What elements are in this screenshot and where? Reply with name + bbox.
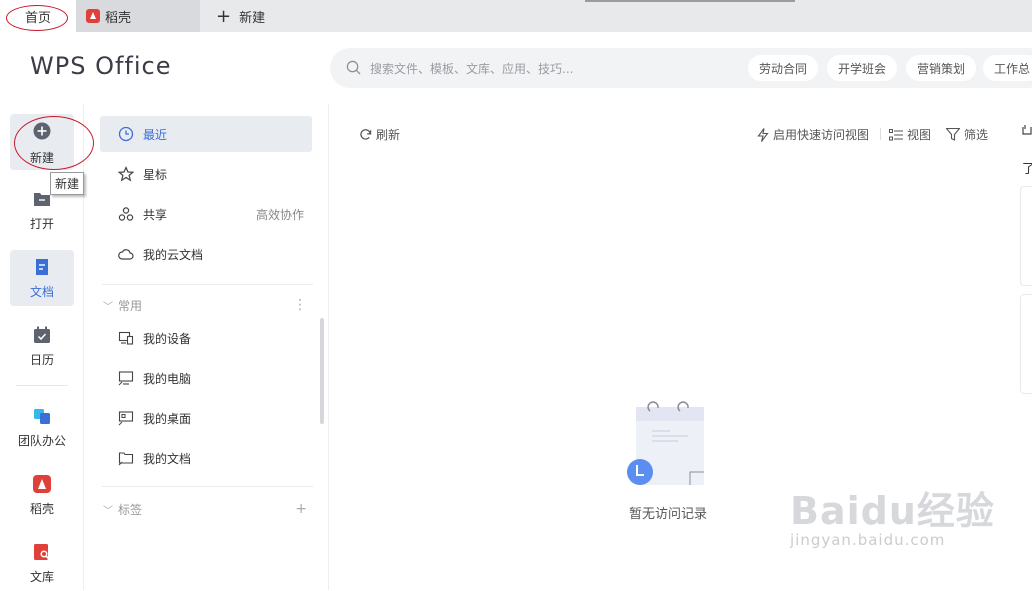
nav-divider [102,486,313,487]
daoke-logo-icon [86,9,100,23]
add-tag-icon[interactable]: + [295,501,307,517]
baidu-jingyan-watermark: Baidu经验 jingyan.baidu.com [790,480,995,549]
view-button[interactable]: 视图 [889,126,931,143]
nav-recent-label: 最近 [143,127,168,142]
desktop-icon [118,411,134,426]
rail-docs-label: 文档 [29,285,54,299]
toolbar-divider [880,128,881,140]
refresh-button[interactable]: 刷新 [359,126,400,143]
clipped-panel-title: 了 [1022,162,1032,177]
folder-icon [34,193,50,206]
rail-team-label: 团队办公 [17,434,66,448]
refresh-label: 刷新 [376,128,401,142]
nav-my-documents-label: 我的文档 [143,451,192,466]
file-nav-panel: 最近 星标 共享 高效协作 我的云文档 ﹀ 常用 ⋮ 我的设备 我的电脑 我的桌… [93,104,329,590]
empty-state-illustration [627,401,704,485]
annotation-ring-new [14,116,94,170]
nav-my-desktop[interactable]: 我的桌面 [100,400,312,436]
clipped-panel-icon[interactable] [1022,124,1032,138]
team-office-icon [34,409,50,424]
calendar-icon [34,326,50,343]
rail-calendar-button[interactable]: 日历 [10,318,74,374]
section-common-header[interactable]: ﹀ 常用 ⋮ [103,295,313,315]
new-tooltip: 新建 [50,172,85,195]
search-chip[interactable]: 工作总 [983,55,1032,81]
star-icon [118,166,134,182]
nav-cloud-label: 我的云文档 [143,247,204,262]
nav-scrollbar[interactable] [320,318,324,424]
nav-divider [102,284,313,285]
view-label: 视图 [907,128,932,142]
chevron-down-icon: ﹀ [103,301,113,313]
nav-my-computer-label: 我的电脑 [143,371,192,386]
search-input[interactable]: 搜索文件、模板、文库、应用、技巧... [370,60,573,77]
tab-daoke[interactable]: 稻壳 [76,0,200,32]
search-chip[interactable]: 开学班会 [827,55,898,81]
nav-my-computer[interactable]: 我的电脑 [100,360,312,396]
plus-icon: + [216,5,232,27]
search-bar[interactable]: 搜索文件、模板、文库、应用、技巧... 劳动合同 开学班会 营销策划 工作总 [330,48,1032,88]
search-chip[interactable]: 营销策划 [906,55,977,81]
chevron-down-icon: ﹀ [103,505,113,517]
section-tags-label: 标签 [118,502,143,517]
rail-library-label: 文库 [29,570,54,584]
quick-access-view-label: 启用快速访问视图 [773,128,870,142]
empty-state-text: 暂无访问记录 [628,507,707,522]
annotation-ring-home [6,5,68,31]
cloud-icon [118,249,134,260]
filter-button[interactable]: 筛选 [946,126,988,143]
library-icon [34,544,50,560]
tab-daoke-label: 稻壳 [105,10,132,26]
rail-daoke-label: 稻壳 [29,502,54,516]
rail-daoke-button[interactable]: 稻壳 [10,467,74,523]
section-common-label: 常用 [118,298,143,313]
nav-my-desktop-label: 我的桌面 [143,411,192,426]
nav-recent[interactable]: 最近 [100,116,312,152]
wps-office-logo: WPS Office [30,52,172,80]
rail-calendar-label: 日历 [29,353,54,367]
rail-library-button[interactable]: 文库 [10,535,74,591]
window-edge [585,0,795,2]
rail-divider [16,385,68,386]
clipped-card [1020,294,1032,394]
rail-docs-button[interactable]: 文档 [10,250,74,306]
filter-label: 筛选 [964,128,989,142]
nav-shared-extra[interactable]: 高效协作 [256,206,304,223]
watermark-main: Baidu经验 [790,489,995,533]
tab-bar: 首页 稻壳 + 新建 [0,0,1032,32]
daoke-icon [33,475,51,493]
document-icon [36,259,48,275]
nav-my-documents[interactable]: 我的文档 [100,440,312,476]
nav-shared[interactable]: 共享 高效协作 [100,196,312,232]
device-icon [118,331,134,345]
rail-team-button[interactable]: 团队办公 [10,399,74,455]
new-tab-button[interactable]: + 新建 [210,0,265,32]
rail-open-label: 打开 [29,217,54,231]
filter-icon [946,128,960,141]
nav-my-device[interactable]: 我的设备 [100,320,312,356]
computer-icon [118,371,134,386]
nav-starred-label: 星标 [143,167,168,182]
quick-access-view-button[interactable]: 启用快速访问视图 [757,126,869,143]
more-icon[interactable]: ⋮ [293,297,307,313]
search-icon [346,60,361,75]
list-view-icon [889,128,903,140]
search-chip[interactable]: 劳动合同 [748,55,819,81]
refresh-icon [360,129,372,140]
clock-icon [118,126,134,142]
nav-shared-label: 共享 [143,207,168,222]
nav-starred[interactable]: 星标 [100,156,312,192]
clipped-card [1020,186,1032,286]
lightning-icon [757,127,769,142]
section-tags-header[interactable]: ﹀ 标签 + [103,499,313,519]
documents-folder-icon [118,452,134,466]
new-tab-label: 新建 [239,10,266,26]
nav-my-device-label: 我的设备 [143,331,192,346]
share-icon [118,207,134,221]
nav-cloud[interactable]: 我的云文档 [100,236,312,272]
